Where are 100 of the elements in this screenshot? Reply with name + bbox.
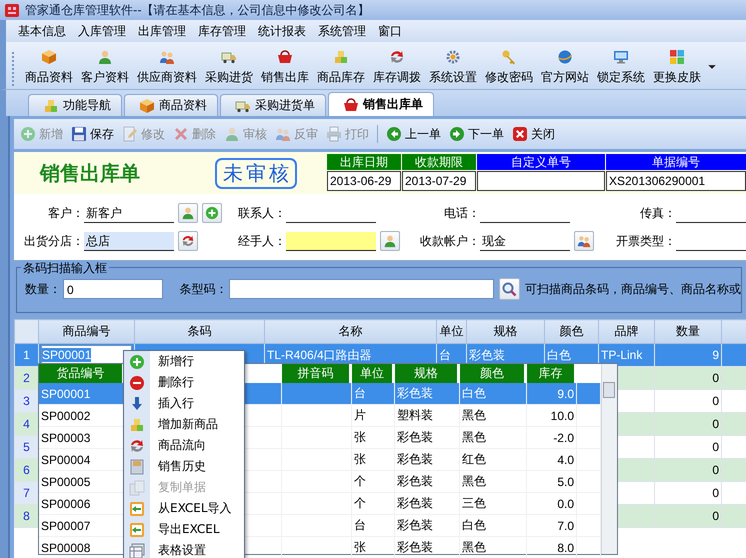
toolbar-button[interactable]: 下一单 [449,126,504,142]
toolbar-button[interactable]: 上一单 [386,126,441,142]
toolbar-button[interactable]: 官方网站 [537,49,593,86]
squares-icon [669,49,685,65]
column-header[interactable]: 规格 [395,364,460,383]
table-cell: 白色 [547,348,571,362]
column-header[interactable]: 品牌 [598,320,654,344]
field-label: 经手人： [237,232,286,250]
spreadsheet-icon [129,500,145,516]
table-cell: 白色 [462,518,486,532]
tab[interactable]: 商品资料 [124,94,218,116]
table-cell: 三色 [462,496,486,510]
column-header[interactable]: 名称 [264,320,436,344]
table-cell: TP-Link [601,348,642,362]
toolbar-button[interactable]: 客户资料 [77,49,133,86]
table-cell: 彩色装 [397,540,433,554]
arrows-icon [181,234,195,248]
toolbar-button[interactable]: 保存 [71,126,114,142]
boxes-icon [129,416,145,432]
picker-button[interactable] [380,231,400,251]
window-title: 管家通仓库管理软件--【请在基本信息，公司信息中修改公司名】 [25,2,370,18]
header-field[interactable]: XS201306290001 [606,171,746,191]
column-header[interactable]: 库存 [527,364,577,383]
toolbar-button[interactable]: 关闭 [512,126,555,142]
edit-icon [122,126,138,142]
delete-icon [173,126,189,142]
input-field[interactable]: 新客户 [84,204,174,222]
row-number: 6 [23,463,30,477]
header-field[interactable]: 2013-07-29 [402,171,476,191]
column-header[interactable]: 条码 [134,320,264,344]
column-header[interactable]: 数量 [654,320,722,344]
toolbar-button[interactable]: 锁定系统 [593,49,649,86]
table-cell: 张 [354,452,366,466]
search-button[interactable] [498,278,520,300]
column-header[interactable]: 货品编号 [39,364,125,383]
column-header[interactable]: 颜色 [544,320,598,344]
row-number: 1 [23,348,30,362]
header-label: 单据编号 [606,154,746,170]
column-header[interactable]: 商品编号 [38,320,134,344]
menu-item[interactable]: 窗口 [372,20,408,42]
header-field[interactable] [477,171,605,191]
status-stamp: 未审核 [215,158,297,188]
scrollbar[interactable] [601,364,617,554]
tab[interactable]: 采购进货单 [220,94,326,116]
menu-item[interactable]: 导出EXCEL [124,519,244,540]
add-button[interactable] [202,203,222,223]
column-header[interactable]: 颜色 [460,364,527,383]
tab[interactable]: 功能导航 [28,94,122,116]
toolbar-button[interactable]: 商品库存 [313,49,369,86]
column-header[interactable]: 规格 [466,320,544,344]
header-field[interactable]: 2013-06-29 [327,171,401,191]
toolbar-button[interactable]: 供应商资料 [133,49,201,86]
table-cell: 7.0 [557,518,574,532]
menu-item[interactable]: 出库管理 [132,20,192,42]
menu-item[interactable]: 入库管理 [72,20,132,42]
column-header[interactable]: 单位 [436,320,466,344]
table-cell: 彩色装 [397,386,433,400]
table-cell: 4.0 [557,452,574,466]
input-field[interactable]: 现金 [480,232,570,250]
toolbar-button[interactable]: 库存调拨 [369,49,425,86]
table-cell: 台 [439,348,451,362]
input-field[interactable] [286,232,376,250]
table-cell: 10.0 [550,408,574,422]
table-cell: 红色 [462,452,486,466]
table-cell: SP00005 [41,474,90,488]
table-cell: 片 [354,408,366,422]
people-icon [577,234,591,248]
column-header[interactable]: 单位 [352,364,395,383]
column-header[interactable]: 拼音码 [282,364,352,383]
table-icon [129,542,145,558]
document-title: 销售出库单 [40,160,141,186]
person-icon [97,49,113,65]
picker-button[interactable] [178,203,198,223]
table-cell: 个 [354,496,366,510]
quantity-field[interactable]: 0 [63,279,164,299]
toolbar-button[interactable]: 修改密码 [481,49,537,86]
tab[interactable]: 销售出库单 [328,92,434,116]
row-number: 2 [23,371,30,385]
toolbar-button[interactable]: 销售出库 [257,49,313,86]
toolbar-button[interactable]: 商品资料 [21,49,77,86]
menu-item[interactable]: 表格设置 [124,540,244,558]
table-cell: 0 [712,417,719,431]
printer-icon [326,126,342,142]
picker-button[interactable] [178,231,198,251]
toolbar-button[interactable]: 采购进货 [201,49,257,86]
toolbar-button[interactable]: 系统设置 [425,49,481,86]
arrow-left-icon [386,126,402,142]
menu-item[interactable]: 库存管理 [192,20,252,42]
menu-item[interactable]: 系统管理 [312,20,372,42]
menu-item[interactable]: 基本信息 [12,20,72,42]
input-field[interactable]: 总店 [84,232,174,250]
picker-button[interactable] [574,231,594,251]
table-cell: 彩色装 [397,518,433,532]
barcode-field[interactable] [229,279,494,299]
arrows-icon [129,438,145,454]
toolbar-button[interactable]: 更换皮肤 [649,49,705,86]
settings-icon [445,49,461,65]
person-icon [224,126,240,142]
table-cell: 张 [354,430,366,444]
menu-item[interactable]: 统计报表 [252,20,312,42]
